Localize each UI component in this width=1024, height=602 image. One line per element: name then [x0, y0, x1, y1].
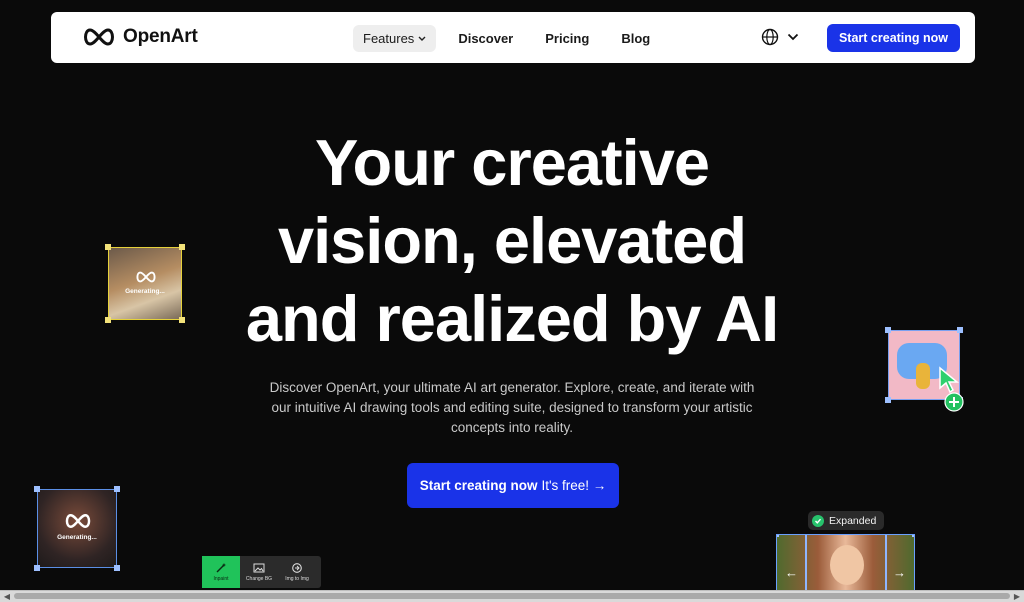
- main-menu: Features Discover Pricing Blog: [353, 25, 672, 52]
- resize-handle: [179, 317, 185, 323]
- infinity-logo-icon: [65, 514, 91, 528]
- nav-item-discover-label: Discover: [458, 31, 514, 46]
- hero-subtitle: Discover OpenArt, your ultimate AI art g…: [269, 380, 755, 435]
- scroll-left-arrow[interactable]: ◀: [1, 591, 13, 602]
- cursor-arrow-icon: [939, 366, 960, 394]
- horizontal-scrollbar[interactable]: ◀ ▶: [0, 590, 1024, 602]
- hero-title: Your creative vision, elevated and reali…: [162, 124, 862, 358]
- nav-item-blog-label: Blog: [621, 31, 651, 46]
- hero-title-line-3: and realized by AI: [245, 282, 779, 355]
- arrow-right-icon: →: [893, 565, 906, 580]
- hero-cta-suffix: It's free! →: [541, 478, 607, 493]
- tool-change-bg[interactable]: Change BG: [240, 556, 278, 588]
- logo[interactable]: OpenArt: [81, 26, 198, 48]
- scroll-right-arrow[interactable]: ▶: [1011, 591, 1023, 602]
- nav-item-features-label: Features: [363, 31, 415, 46]
- tool-inpaint-label: Inpaint: [213, 576, 229, 582]
- tool-change-bg-label: Change BG: [245, 576, 273, 582]
- generating-portrait-image: Generating...: [34, 486, 120, 571]
- expanded-image: ← →: [776, 534, 915, 594]
- magic-wand-icon: [216, 563, 226, 573]
- expand-divider: [805, 535, 807, 593]
- hero-start-creating-button[interactable]: Start creating now It's free! →: [407, 463, 619, 508]
- resize-handle: [105, 317, 111, 323]
- resize-handle: [34, 565, 40, 571]
- globe-icon: [761, 28, 779, 46]
- generating-label: Generating...: [125, 288, 165, 295]
- tool-inpaint[interactable]: Inpaint: [202, 556, 240, 588]
- generating-label: Generating...: [57, 534, 97, 541]
- add-icon: [944, 392, 964, 412]
- chevron-down-icon: [787, 33, 799, 41]
- resize-handle: [885, 397, 891, 403]
- infinity-logo-icon: [136, 271, 156, 283]
- edit-toolbar: Inpaint Change BG Img to Img: [202, 556, 321, 588]
- expand-divider: [885, 535, 887, 593]
- nav-item-discover[interactable]: Discover: [448, 25, 523, 52]
- girl-face: [830, 545, 864, 585]
- tool-img-to-img-label: Img to Img: [285, 576, 309, 582]
- nav-item-blog[interactable]: Blog: [611, 25, 660, 52]
- hero-cta-label: Start creating now: [419, 478, 538, 493]
- image-icon: [253, 563, 265, 573]
- resize-handle: [34, 486, 40, 492]
- nav-item-features[interactable]: Features: [353, 25, 437, 52]
- resize-handle: [114, 486, 120, 492]
- hero-title-line-2: vision, elevated: [277, 204, 747, 277]
- generating-cat-image: Generating...: [105, 244, 185, 323]
- tool-img-to-img[interactable]: Img to Img: [278, 556, 316, 588]
- resize-handle: [179, 244, 185, 250]
- infinity-logo-icon: [84, 28, 114, 46]
- yellow-figure: [916, 363, 930, 389]
- resize-handle: [885, 327, 891, 333]
- resize-handle: [912, 535, 914, 537]
- refresh-icon: [292, 563, 302, 573]
- nav-item-pricing[interactable]: Pricing: [535, 25, 599, 52]
- start-creating-button[interactable]: Start creating now: [827, 24, 960, 52]
- chevron-down-icon: [418, 36, 426, 41]
- scroll-thumb[interactable]: [14, 593, 1010, 599]
- top-navbar: OpenArt Features Discover Pricing Blog S…: [51, 12, 975, 63]
- hero-title-line-1: Your creative: [314, 126, 710, 199]
- check-icon: [812, 514, 824, 527]
- resize-handle: [105, 244, 111, 250]
- language-selector[interactable]: [761, 28, 799, 46]
- resize-handle: [957, 327, 963, 333]
- brand-name: OpenArt: [123, 26, 198, 47]
- resize-handle: [777, 535, 779, 537]
- expanded-label: Expanded: [829, 514, 877, 527]
- arrow-left-icon: ←: [785, 565, 798, 580]
- expanded-badge: Expanded: [808, 511, 885, 530]
- nav-item-pricing-label: Pricing: [545, 31, 590, 46]
- resize-handle: [114, 565, 120, 571]
